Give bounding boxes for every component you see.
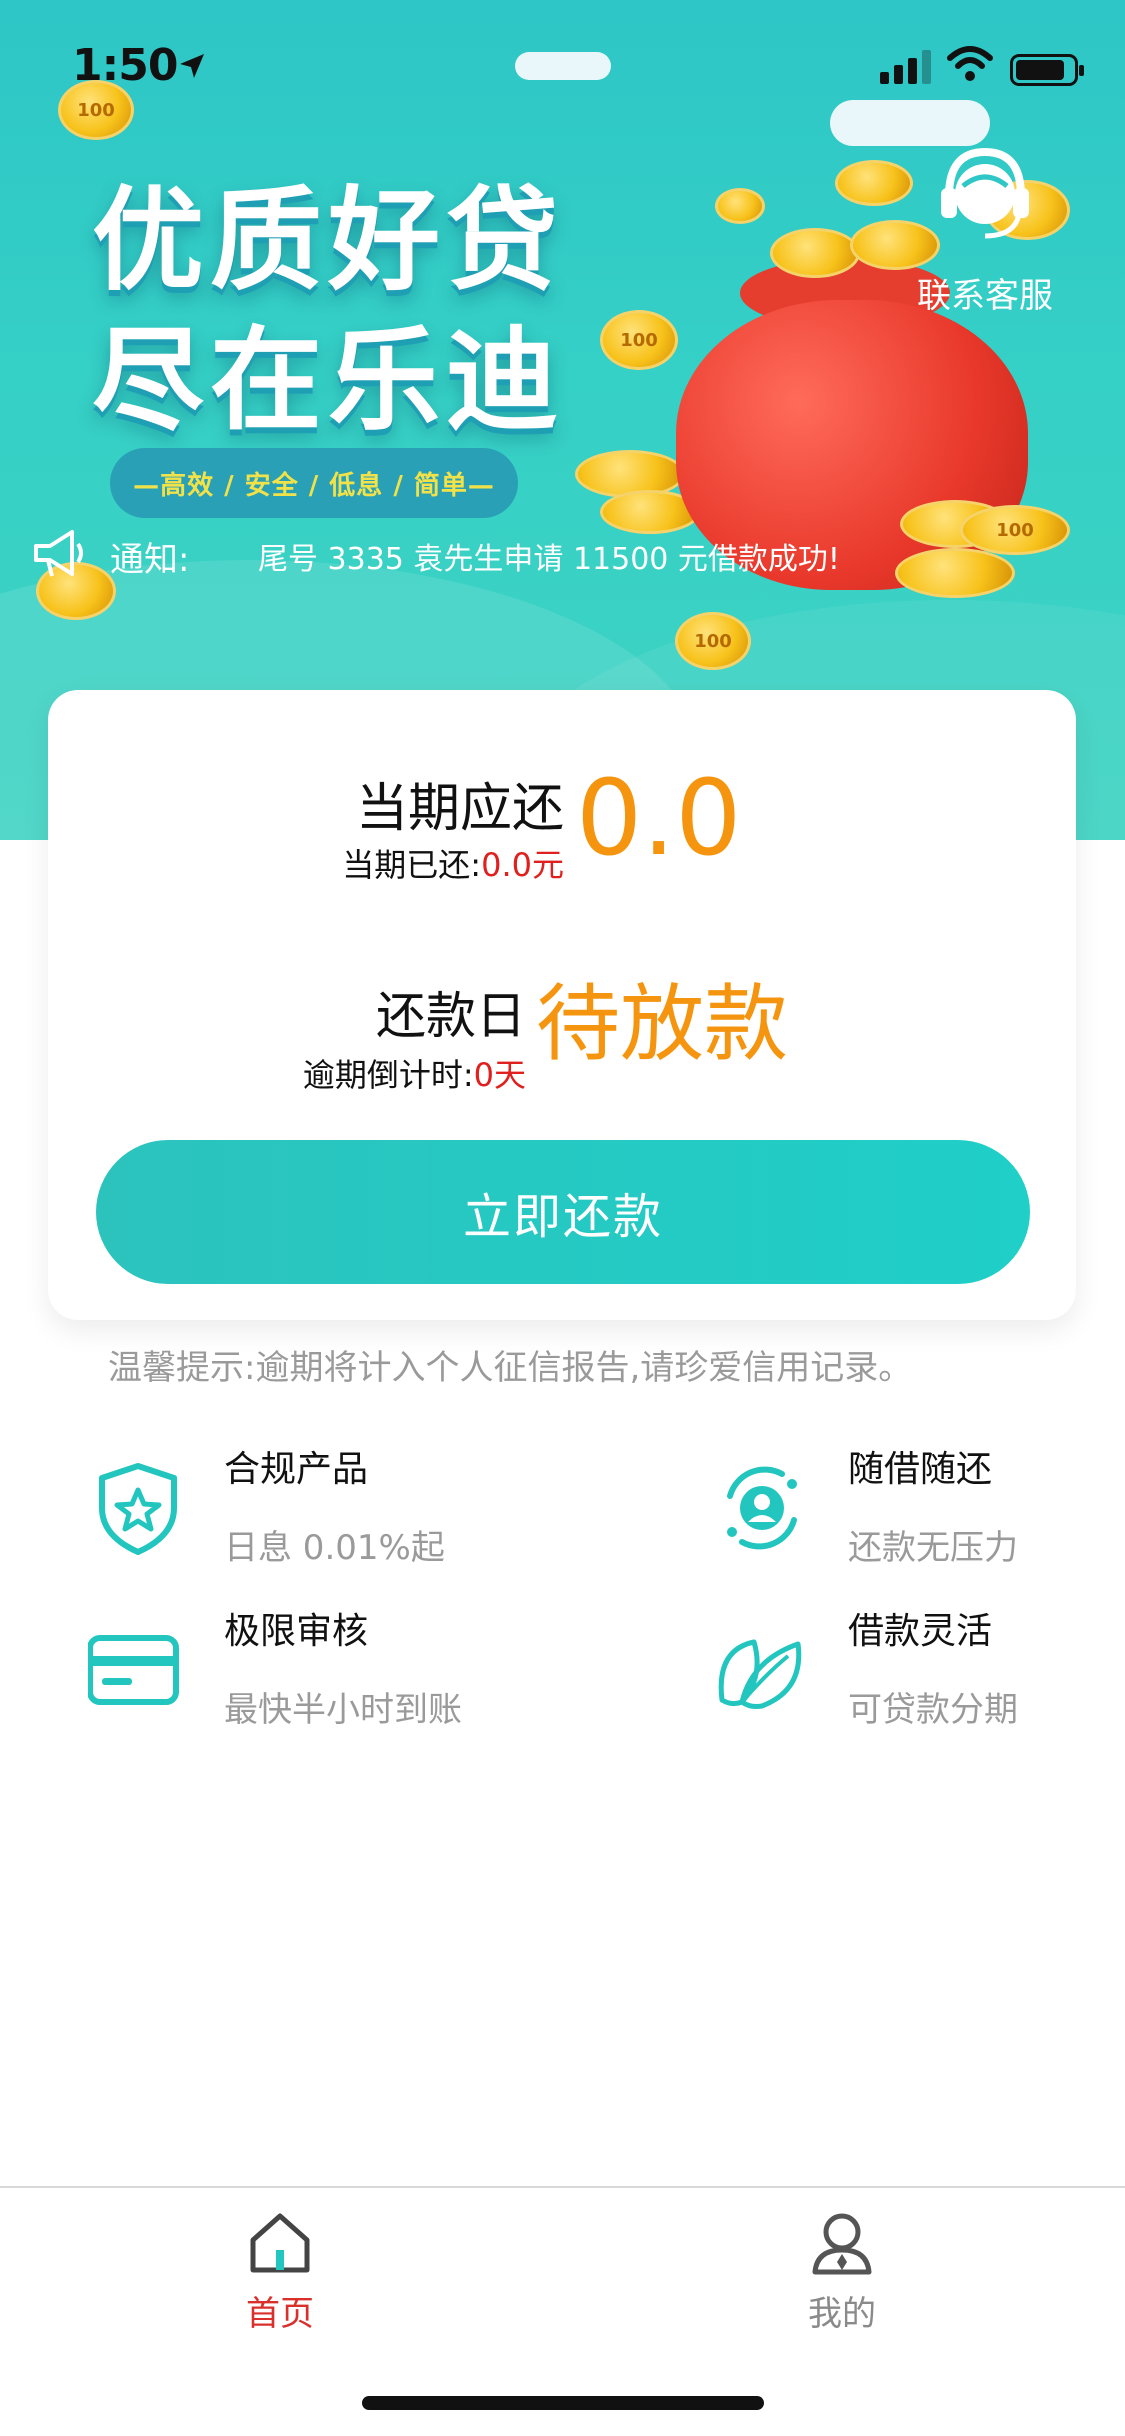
- feature-desc: 可贷款分期: [848, 1690, 1018, 1730]
- customer-service-button[interactable]: 联系客服: [905, 140, 1065, 320]
- megaphone-icon: [34, 530, 83, 577]
- battery-icon: [1010, 54, 1084, 86]
- notice-text: 尾号 3335 袁先生申请 11500 元借款成功!: [258, 542, 840, 577]
- due-date-value: 待放款: [536, 975, 789, 1073]
- current-due-amount: 0.0: [576, 757, 742, 879]
- coin-decoration: 100: [600, 310, 678, 370]
- notice-label: 通知:: [110, 540, 190, 580]
- app-screen: 1:50 优质好贷 尽在乐迪 —高效 / 安全 / 低息 / 简单— 100 1…: [0, 0, 1125, 2436]
- tab-home-label: 首页: [246, 2294, 314, 2334]
- feature-borrow-anytime: 随借随还 还款无压力: [712, 1440, 1125, 1590]
- wifi-icon: [947, 46, 993, 81]
- customer-service-label: 联系客服: [917, 276, 1053, 316]
- home-icon: [250, 2213, 310, 2273]
- coin-decoration: 100: [675, 612, 751, 670]
- notice-bar: 通知: 尾号 3335 袁先生申请 11500 元借款成功!: [32, 528, 1092, 584]
- feature-title: 极限审核: [224, 1611, 369, 1652]
- coin-decoration: [770, 228, 860, 278]
- overdue-countdown-label: 逾期倒计时:: [302, 1056, 474, 1094]
- overdue-countdown-row: 逾期倒计时:0天: [303, 1050, 526, 1096]
- card-icon: [88, 1635, 179, 1705]
- feature-desc: 还款无压力: [848, 1528, 1018, 1568]
- tab-home[interactable]: 首页: [180, 2210, 380, 2360]
- leaf-icon: [718, 1639, 802, 1709]
- user-cycle-icon: [727, 1466, 797, 1550]
- coin-decoration: 100: [58, 80, 134, 140]
- coin-decoration: [715, 188, 765, 224]
- tab-profile[interactable]: 我的: [742, 2210, 942, 2360]
- overdue-countdown-value: 0天: [473, 1056, 526, 1094]
- warm-tip: 温馨提示:逾期将计入个人征信报告,请珍爱信用记录。: [108, 1348, 913, 1388]
- current-paid-row: 当期已还:0.0元: [342, 840, 564, 886]
- feature-desc: 日息 0.01%起: [224, 1528, 445, 1568]
- feature-title: 随借随还: [848, 1449, 993, 1490]
- coin-decoration: [835, 160, 913, 206]
- feature-compliant-product: 合规产品 日息 0.01%起: [88, 1440, 508, 1590]
- location-arrow-icon: [180, 54, 204, 78]
- feature-title: 合规产品: [224, 1449, 369, 1490]
- shield-star-icon: [99, 1463, 177, 1555]
- current-due-label: 当期应还: [355, 779, 564, 839]
- feature-fast-review: 极限审核 最快半小时到账: [88, 1602, 508, 1752]
- cellular-signal-icon: [880, 50, 931, 84]
- feature-desc: 最快半小时到账: [224, 1690, 462, 1730]
- repayment-card: 当期应还 当期已还:0.0元 0.0 还款日 逾期倒计时:0天 待放款 立即还款: [48, 690, 1076, 1320]
- current-paid-label: 当期已还:: [342, 846, 482, 884]
- hero-headline-line1: 优质好贷: [92, 176, 564, 306]
- hero-tagline: —高效 / 安全 / 低息 / 简单—: [110, 448, 518, 518]
- profile-icon: [812, 2213, 872, 2275]
- home-indicator: [362, 2396, 764, 2410]
- current-paid-value: 0.0元: [481, 846, 564, 884]
- status-bar: 1:50: [0, 0, 1125, 135]
- feature-title: 借款灵活: [848, 1611, 993, 1652]
- tab-profile-label: 我的: [808, 2294, 876, 2334]
- repay-now-button[interactable]: 立即还款: [96, 1140, 1030, 1284]
- feature-flexible-loan: 借款灵活 可贷款分期: [712, 1602, 1125, 1752]
- headset-icon: [941, 147, 1029, 239]
- due-date-label: 还款日: [376, 987, 526, 1045]
- hero-headline-line2: 尽在乐迪: [92, 316, 564, 446]
